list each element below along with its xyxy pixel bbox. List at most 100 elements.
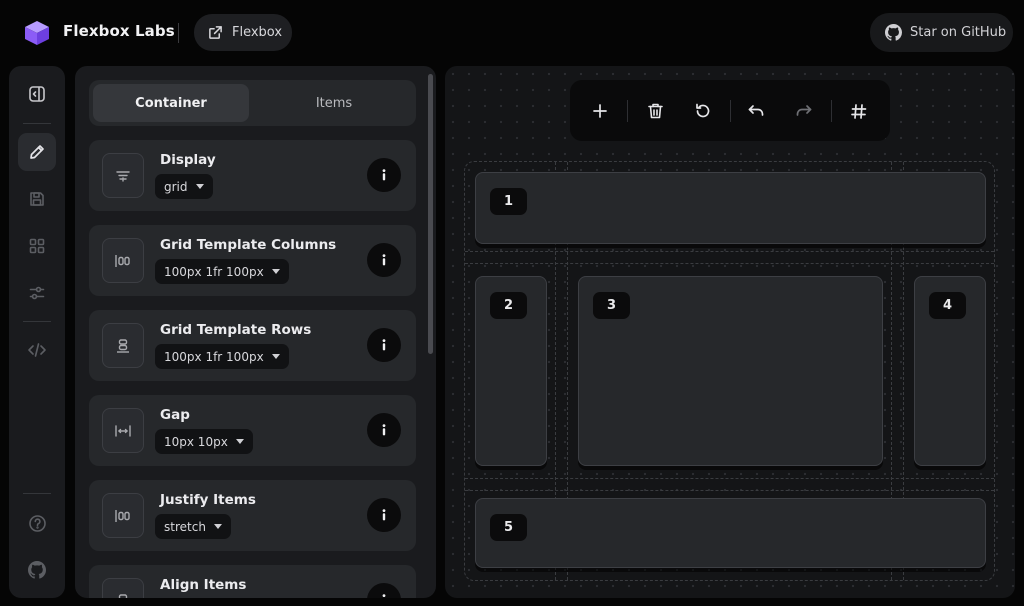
tab-items[interactable]: Items — [256, 84, 412, 122]
sidebar-toggle-button[interactable] — [18, 75, 56, 113]
info-icon — [382, 339, 386, 351]
app-header: Flexbox Labs Flexbox Star on GitHub — [0, 0, 1024, 64]
github-icon — [885, 24, 902, 41]
undo-icon — [748, 105, 764, 116]
property-grid-template-rows: Grid Template Rows 100px 1fr 100px — [89, 310, 416, 381]
property-title: Display — [160, 152, 216, 168]
redo-button[interactable] — [786, 93, 822, 129]
grid-line — [465, 251, 994, 252]
grid-item-2[interactable]: 2 — [475, 276, 547, 466]
grid-line — [465, 490, 994, 491]
settings-button[interactable] — [18, 274, 56, 312]
columns-icon — [102, 238, 144, 283]
info-icon — [382, 424, 386, 436]
property-justify-items: Justify Items stretch — [89, 480, 416, 551]
icon-rail — [9, 66, 65, 598]
grid-toggle-icon — [850, 103, 866, 119]
property-title: Grid Template Rows — [160, 322, 312, 338]
toolbar-divider — [831, 100, 832, 122]
rail-divider — [23, 123, 51, 124]
grid-item-5[interactable]: 5 — [475, 498, 986, 568]
property-align-items: Align Items — [89, 565, 416, 598]
justify-items-select[interactable]: stretch — [155, 514, 231, 539]
tab-container[interactable]: Container — [93, 84, 249, 122]
property-title: Align Items — [160, 577, 247, 593]
reset-icon — [696, 103, 710, 118]
property-grid-template-columns: Grid Template Columns 100px 1fr 100px — [89, 225, 416, 296]
delete-button[interactable] — [637, 93, 673, 129]
property-display: Display grid — [89, 140, 416, 211]
info-button[interactable] — [367, 158, 401, 192]
caret-down-icon — [271, 269, 280, 274]
grid-item-4[interactable]: 4 — [914, 276, 986, 466]
info-icon — [382, 254, 386, 266]
caret-down-icon — [213, 524, 222, 529]
property-title: Gap — [160, 407, 190, 423]
caret-down-icon — [235, 439, 244, 444]
github-rail-button[interactable] — [18, 551, 56, 589]
grid-canvas: 1 2 3 4 5 — [445, 66, 1015, 598]
logo-icon — [25, 21, 49, 45]
grid-item-3[interactable]: 3 — [578, 276, 883, 466]
grid-line — [465, 478, 994, 479]
edit-button[interactable] — [18, 133, 56, 171]
flexbox-link-button[interactable]: Flexbox — [194, 14, 292, 51]
select-value: grid — [164, 179, 188, 194]
canvas-toolbar — [570, 80, 890, 141]
info-button[interactable] — [367, 243, 401, 277]
save-button[interactable] — [18, 180, 56, 218]
grid-template-rows-select[interactable]: 100px 1fr 100px — [155, 344, 289, 369]
grid-item-badge: 1 — [490, 188, 527, 215]
select-value: 100px 1fr 100px — [164, 349, 264, 364]
select-value: stretch — [164, 519, 206, 534]
justify-icon — [102, 493, 144, 538]
redo-icon — [796, 105, 812, 116]
display-icon — [102, 153, 144, 198]
info-button[interactable] — [367, 498, 401, 532]
select-value: 10px 10px — [164, 434, 228, 449]
gap-icon — [102, 408, 144, 453]
grid-item-1[interactable]: 1 — [475, 172, 986, 244]
delete-icon — [647, 103, 663, 119]
grid-item-badge: 2 — [490, 292, 527, 319]
info-icon — [382, 169, 386, 181]
grid-item-badge: 3 — [593, 292, 630, 319]
info-button[interactable] — [367, 413, 401, 447]
grid-template-columns-select[interactable]: 100px 1fr 100px — [155, 259, 289, 284]
code-icon — [28, 343, 46, 357]
grid-toggle-button[interactable] — [840, 93, 876, 129]
add-icon — [593, 104, 607, 118]
panel-tabs: Container Items — [89, 80, 416, 126]
select-value: 100px 1fr 100px — [164, 264, 264, 279]
info-button[interactable] — [367, 328, 401, 362]
code-button[interactable] — [18, 331, 56, 369]
info-button[interactable] — [367, 583, 401, 598]
save-icon — [30, 192, 44, 206]
star-on-github-button[interactable]: Star on GitHub — [870, 13, 1013, 52]
help-button[interactable] — [18, 504, 56, 542]
add-item-button[interactable] — [582, 93, 618, 129]
info-icon — [382, 594, 386, 597]
rows-icon — [102, 323, 144, 368]
undo-button[interactable] — [738, 93, 774, 129]
property-title: Justify Items — [160, 492, 256, 508]
settings-sliders-icon — [29, 286, 45, 300]
panel-scrollbar[interactable] — [428, 74, 433, 354]
display-select[interactable]: grid — [155, 174, 213, 199]
property-gap: Gap 10px 10px — [89, 395, 416, 466]
flexbox-link-label: Flexbox — [232, 25, 283, 40]
info-icon — [382, 509, 386, 521]
gap-select[interactable]: 10px 10px — [155, 429, 253, 454]
rail-divider — [23, 493, 51, 494]
help-icon — [28, 514, 46, 532]
align-icon — [102, 578, 144, 598]
grid-button[interactable] — [18, 227, 56, 265]
github-icon — [28, 561, 46, 579]
property-title: Grid Template Columns — [160, 237, 337, 253]
caret-down-icon — [195, 184, 204, 189]
github-button-label: Star on GitHub — [910, 25, 1007, 40]
caret-down-icon — [271, 354, 280, 359]
edit-icon — [30, 145, 44, 159]
rail-divider — [23, 321, 51, 322]
reset-button[interactable] — [685, 93, 721, 129]
